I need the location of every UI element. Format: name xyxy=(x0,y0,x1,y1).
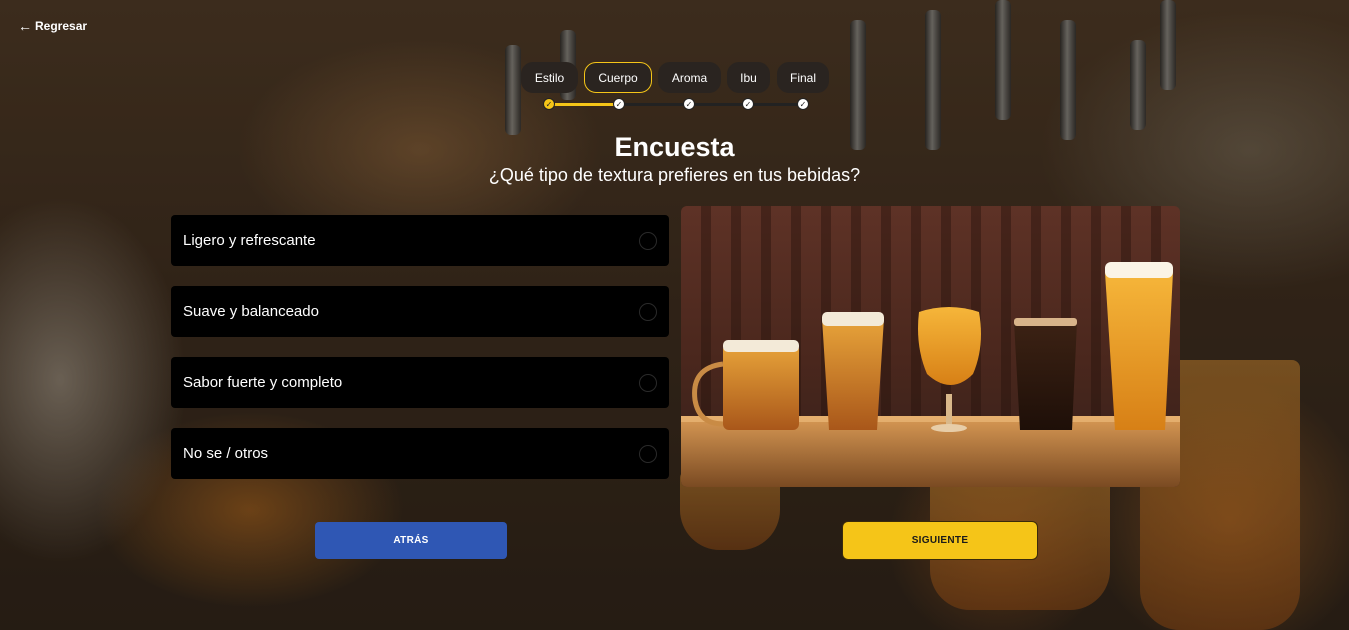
answer-options: Ligero y refrescante Suave y balanceado … xyxy=(171,215,669,499)
check-icon: ✓ xyxy=(543,98,555,110)
back-button[interactable]: ATRÁS xyxy=(315,522,507,559)
survey-title: Encuesta xyxy=(614,132,735,162)
option-label: Ligero y refrescante xyxy=(183,232,316,249)
survey-question: ¿Qué tipo de textura prefieres en tus be… xyxy=(488,165,861,185)
progress-track xyxy=(619,103,804,106)
option-fuerte[interactable]: Sabor fuerte y completo xyxy=(171,357,669,408)
radio-icon[interactable] xyxy=(639,444,657,463)
step-label: Ibu xyxy=(740,70,757,85)
option-suave[interactable]: Suave y balanceado xyxy=(171,286,669,337)
check-icon: ✓ xyxy=(613,98,625,110)
radio-icon[interactable] xyxy=(639,302,657,321)
step-label: Final xyxy=(789,70,816,85)
check-icon: ✓ xyxy=(797,98,809,110)
beer-glasses-image xyxy=(681,206,1180,487)
radio-icon[interactable] xyxy=(639,231,657,250)
step-label: Cuerpo xyxy=(598,70,638,85)
progress-stepper: Estilo Cuerpo Aroma Ibu Final ✓ ✓ ✓ ✓ ✓ xyxy=(0,62,1349,112)
step-cuerpo[interactable]: Cuerpo xyxy=(584,62,652,93)
back-link-label: Regresar xyxy=(35,19,88,33)
option-ligero[interactable]: Ligero y refrescante xyxy=(171,215,669,266)
radio-icon[interactable] xyxy=(639,373,657,392)
step-aroma[interactable]: Aroma xyxy=(658,62,721,93)
progress-track-filled xyxy=(549,103,619,106)
beer-glasses-illustration xyxy=(681,262,1180,487)
option-label: Suave y balanceado xyxy=(183,303,319,320)
step-estilo[interactable]: Estilo xyxy=(521,62,578,93)
option-label: Sabor fuerte y completo xyxy=(183,374,343,391)
back-link[interactable]: ← Regresar xyxy=(18,19,87,33)
step-label: Estilo xyxy=(534,70,565,85)
option-label: No se / otros xyxy=(183,445,269,462)
step-final[interactable]: Final xyxy=(777,62,829,93)
step-label: Aroma xyxy=(671,70,708,85)
step-ibu[interactable]: Ibu xyxy=(727,62,770,93)
arrow-left-icon: ← xyxy=(18,18,32,34)
option-otros[interactable]: No se / otros xyxy=(171,428,669,479)
check-icon: ✓ xyxy=(683,98,695,110)
next-button[interactable]: SIGUIENTE xyxy=(842,521,1038,560)
check-icon: ✓ xyxy=(742,98,754,110)
